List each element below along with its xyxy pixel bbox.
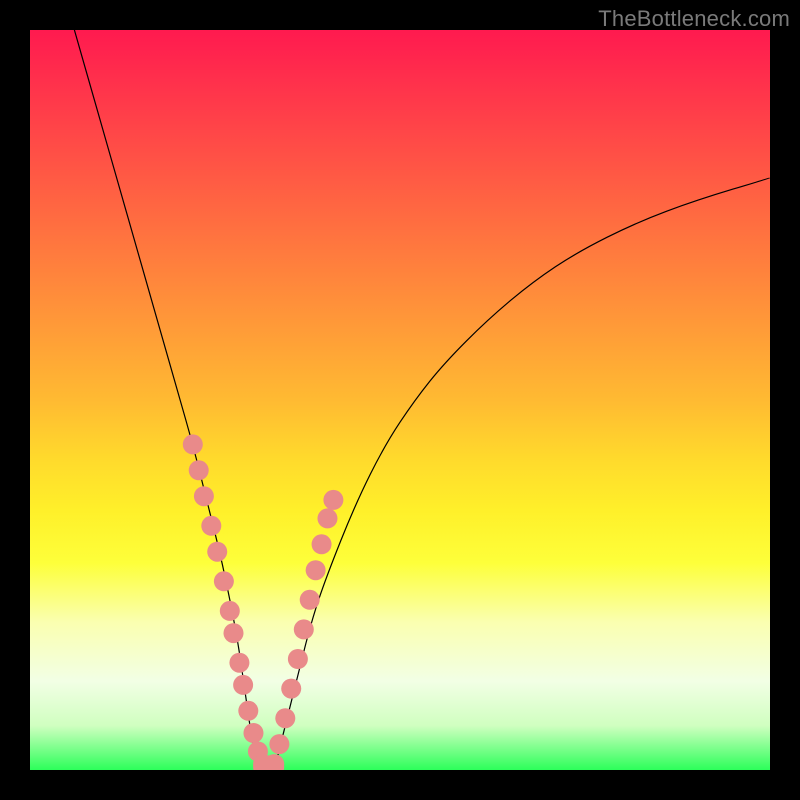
marker-dot: [214, 571, 234, 591]
chart-svg: [30, 30, 770, 770]
marker-dot: [281, 679, 301, 699]
marker-dot: [317, 508, 337, 528]
marker-dot: [233, 675, 253, 695]
marker-dot: [288, 649, 308, 669]
watermark-text: TheBottleneck.com: [598, 6, 790, 32]
marker-dot: [269, 734, 289, 754]
plot-area: [30, 30, 770, 770]
marker-dot: [201, 516, 221, 536]
marker-dot: [312, 534, 332, 554]
marker-dot: [294, 619, 314, 639]
curve-right: [274, 178, 770, 770]
marker-dot: [220, 601, 240, 621]
marker-dot: [238, 701, 258, 721]
marker-dot: [207, 542, 227, 562]
marker-dot: [323, 490, 343, 510]
marker-dots: [183, 434, 344, 770]
marker-dot: [194, 486, 214, 506]
marker-dot: [229, 653, 249, 673]
marker-dot: [189, 460, 209, 480]
marker-dot: [224, 623, 244, 643]
marker-dot: [300, 590, 320, 610]
marker-dot: [183, 434, 203, 454]
marker-dot: [243, 723, 263, 743]
marker-dot: [275, 708, 295, 728]
marker-dot: [306, 560, 326, 580]
chart-frame: TheBottleneck.com: [0, 0, 800, 800]
